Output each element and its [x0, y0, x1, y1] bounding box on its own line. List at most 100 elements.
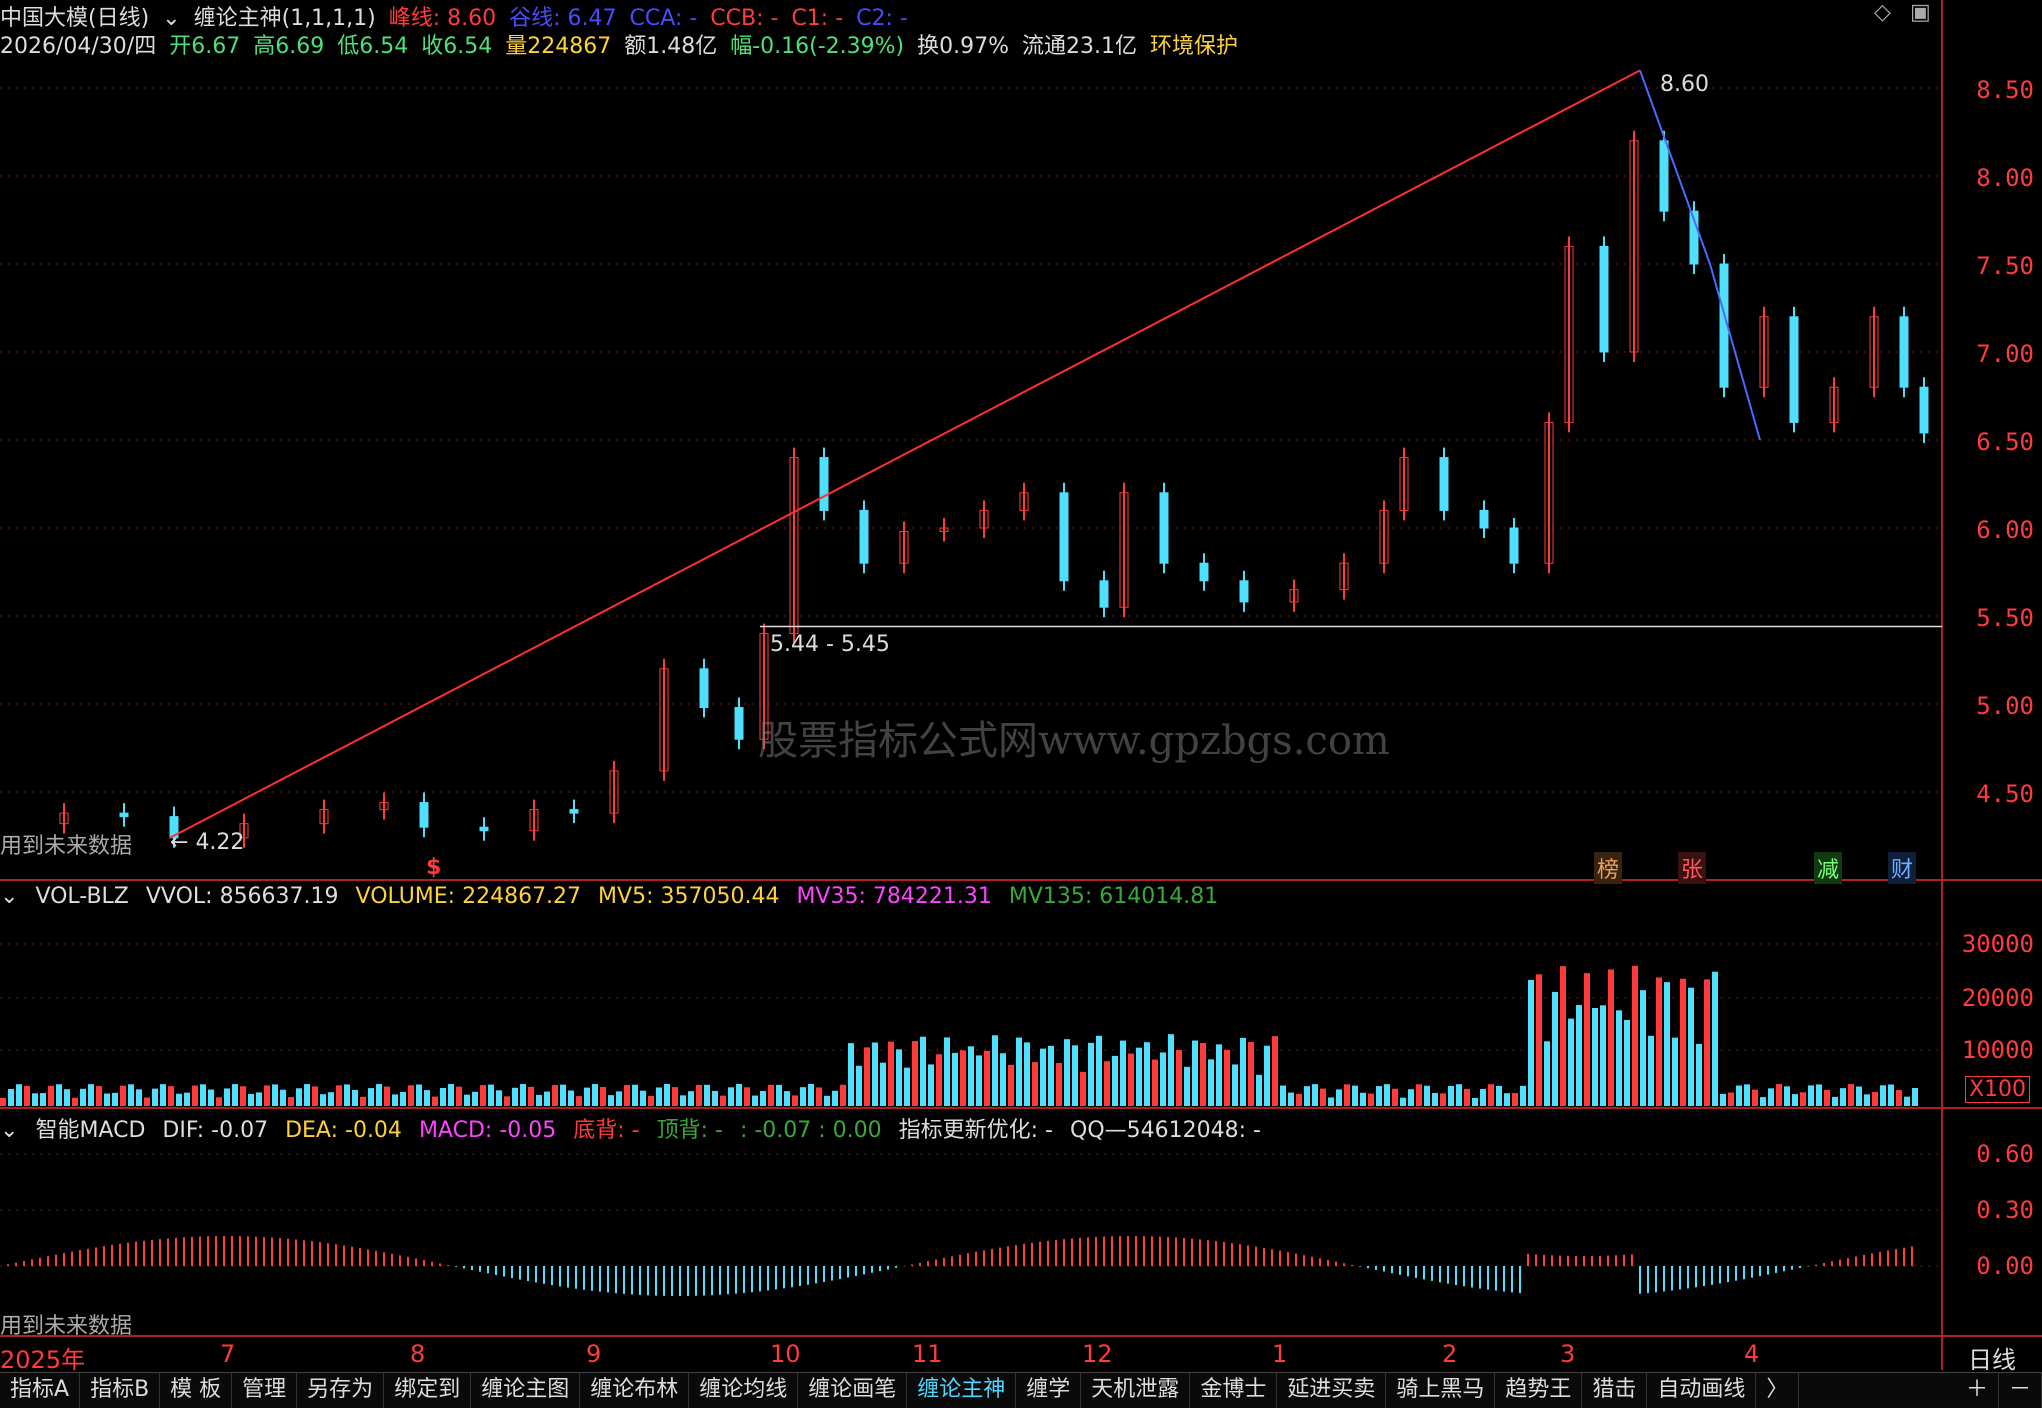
chart-canvas — [0, 0, 2042, 1370]
volume-bar — [1904, 1096, 1910, 1106]
tab-scroll-right-icon[interactable]: 〉 — [1756, 1373, 1800, 1408]
date-tick: 11 — [912, 1340, 943, 1368]
badge-jian[interactable]: 减 — [1814, 852, 1843, 884]
volume-bar — [1776, 1084, 1782, 1106]
volume-bar — [96, 1086, 102, 1106]
volume-bar — [1320, 1088, 1326, 1106]
volume-bar — [752, 1095, 758, 1106]
volume-bar — [208, 1089, 214, 1106]
volume-bar — [1536, 974, 1542, 1106]
volume-bar — [152, 1088, 158, 1106]
volume-bar — [1752, 1089, 1758, 1106]
tab-item[interactable]: 缠论均线 — [689, 1373, 799, 1408]
macd-dropdown-icon[interactable]: ⌄ — [0, 1118, 18, 1143]
volume-bar — [1296, 1093, 1302, 1106]
tab-item[interactable]: 猎击 — [1582, 1373, 1648, 1408]
volume-bar — [776, 1084, 782, 1106]
tab-item[interactable]: 管理 — [232, 1373, 298, 1408]
volume-bar — [104, 1093, 110, 1106]
tab-item[interactable]: 天机泄露 — [1081, 1373, 1191, 1408]
peak-price-label: 8.60 — [1660, 72, 1709, 97]
volume-dropdown-icon[interactable]: ⌄ — [0, 884, 18, 909]
volume-bar — [144, 1097, 150, 1106]
volume-bar — [312, 1086, 318, 1106]
volume-bar — [1120, 1040, 1126, 1106]
volume-bar — [1152, 1059, 1158, 1106]
volume-indicator-name[interactable]: VOL-BLZ — [35, 884, 128, 909]
vvol-value: VVOL: 856637.19 — [145, 884, 339, 909]
dif-value: DIF: -0.07 — [162, 1118, 269, 1143]
tab-item[interactable]: 缠论布林 — [580, 1373, 690, 1408]
volume-bar — [736, 1084, 742, 1106]
volume-bar — [1088, 1042, 1094, 1106]
volume-bar — [552, 1085, 558, 1106]
volume-bar — [16, 1084, 22, 1106]
volume-bar — [448, 1084, 454, 1106]
add-icon[interactable]: ＋ — [1956, 1373, 1999, 1408]
tab-item[interactable]: 另存为 — [297, 1373, 385, 1408]
tab-item[interactable]: 缠学 — [1016, 1373, 1082, 1408]
volume-bar — [888, 1041, 894, 1106]
volume-bar — [1272, 1036, 1278, 1106]
volume-bar — [1008, 1064, 1014, 1106]
tab-item[interactable]: 金博士 — [1190, 1373, 1278, 1408]
tab-item[interactable]: 模 板 — [160, 1373, 233, 1408]
volume-bar — [1616, 1010, 1622, 1106]
tab-item[interactable]: 指标A — [0, 1373, 81, 1408]
tab-item[interactable]: 趋势王 — [1495, 1373, 1583, 1408]
volume-bar — [688, 1091, 694, 1106]
diamond-icon[interactable]: ◇ — [1874, 0, 1891, 25]
volume-bar — [584, 1087, 590, 1106]
volume-value: VOLUME: 224867.27 — [355, 884, 582, 909]
tab-item[interactable]: 绑定到 — [384, 1373, 472, 1408]
info-open: 开6.67 — [169, 34, 241, 59]
tab-item[interactable]: 缠论主神 — [907, 1373, 1017, 1408]
title-bar: 中国大模(日线) ⌄ 缠论主神(1,1,1,1) 峰线: 8.60 谷线: 6.… — [0, 0, 914, 31]
volume-bar — [1816, 1084, 1822, 1106]
top-divergence: 顶背: - — [656, 1118, 723, 1143]
candle-body — [1509, 527, 1519, 564]
volume-bar — [1568, 1018, 1574, 1106]
volume-unit: X100 — [1964, 1076, 2030, 1103]
volume-bar — [424, 1090, 430, 1106]
tab-item[interactable]: 延进买卖 — [1277, 1373, 1387, 1408]
volume-bar — [1336, 1089, 1342, 1106]
volume-bar — [1096, 1035, 1102, 1106]
volume-bar — [1040, 1048, 1046, 1106]
volume-bar — [1376, 1086, 1382, 1106]
period-label[interactable]: 日线 — [1968, 1340, 2016, 1375]
volume-bar — [712, 1090, 718, 1106]
range-label: 5.44 - 5.45 — [770, 632, 890, 657]
candle-body — [1439, 457, 1449, 511]
tab-item[interactable]: 缠论画笔 — [798, 1373, 908, 1408]
macd-indicator-name[interactable]: 智能MACD — [35, 1118, 145, 1143]
volume-bar — [64, 1089, 70, 1106]
volume-bar — [640, 1090, 646, 1106]
badge-bang[interactable]: 榜 — [1594, 852, 1623, 884]
date-tick: 9 — [586, 1340, 602, 1368]
badge-cai[interactable]: 财 — [1888, 852, 1917, 884]
minus-icon[interactable]: － — [1999, 1373, 2042, 1408]
volume-bar — [1136, 1047, 1142, 1106]
tab-item[interactable]: 指标B — [80, 1373, 161, 1408]
volume-bar — [40, 1093, 46, 1106]
volume-bar — [416, 1084, 422, 1106]
tab-item[interactable]: 缠论主图 — [471, 1373, 581, 1408]
tab-item[interactable]: 骑上黑马 — [1386, 1373, 1496, 1408]
info-sector[interactable]: 环境保护 — [1150, 34, 1238, 59]
window-icon[interactable]: ▣ — [1910, 0, 1931, 25]
candle-body — [1099, 580, 1109, 608]
badge-zhang[interactable]: 张 — [1678, 852, 1707, 884]
volume-bar — [1408, 1089, 1414, 1106]
volume-bar — [0, 1098, 6, 1106]
volume-bar — [904, 1067, 910, 1106]
volume-bar — [992, 1035, 998, 1106]
date-tick: 7 — [220, 1340, 236, 1368]
tab-item[interactable]: 自动画线 — [1647, 1373, 1757, 1408]
volume-bar — [1448, 1085, 1454, 1106]
volume-bar — [88, 1084, 94, 1106]
volume-bar — [1584, 973, 1590, 1106]
candle-body — [859, 509, 869, 564]
volume-bar — [984, 1050, 990, 1106]
dea-value: DEA: -0.04 — [285, 1118, 402, 1143]
